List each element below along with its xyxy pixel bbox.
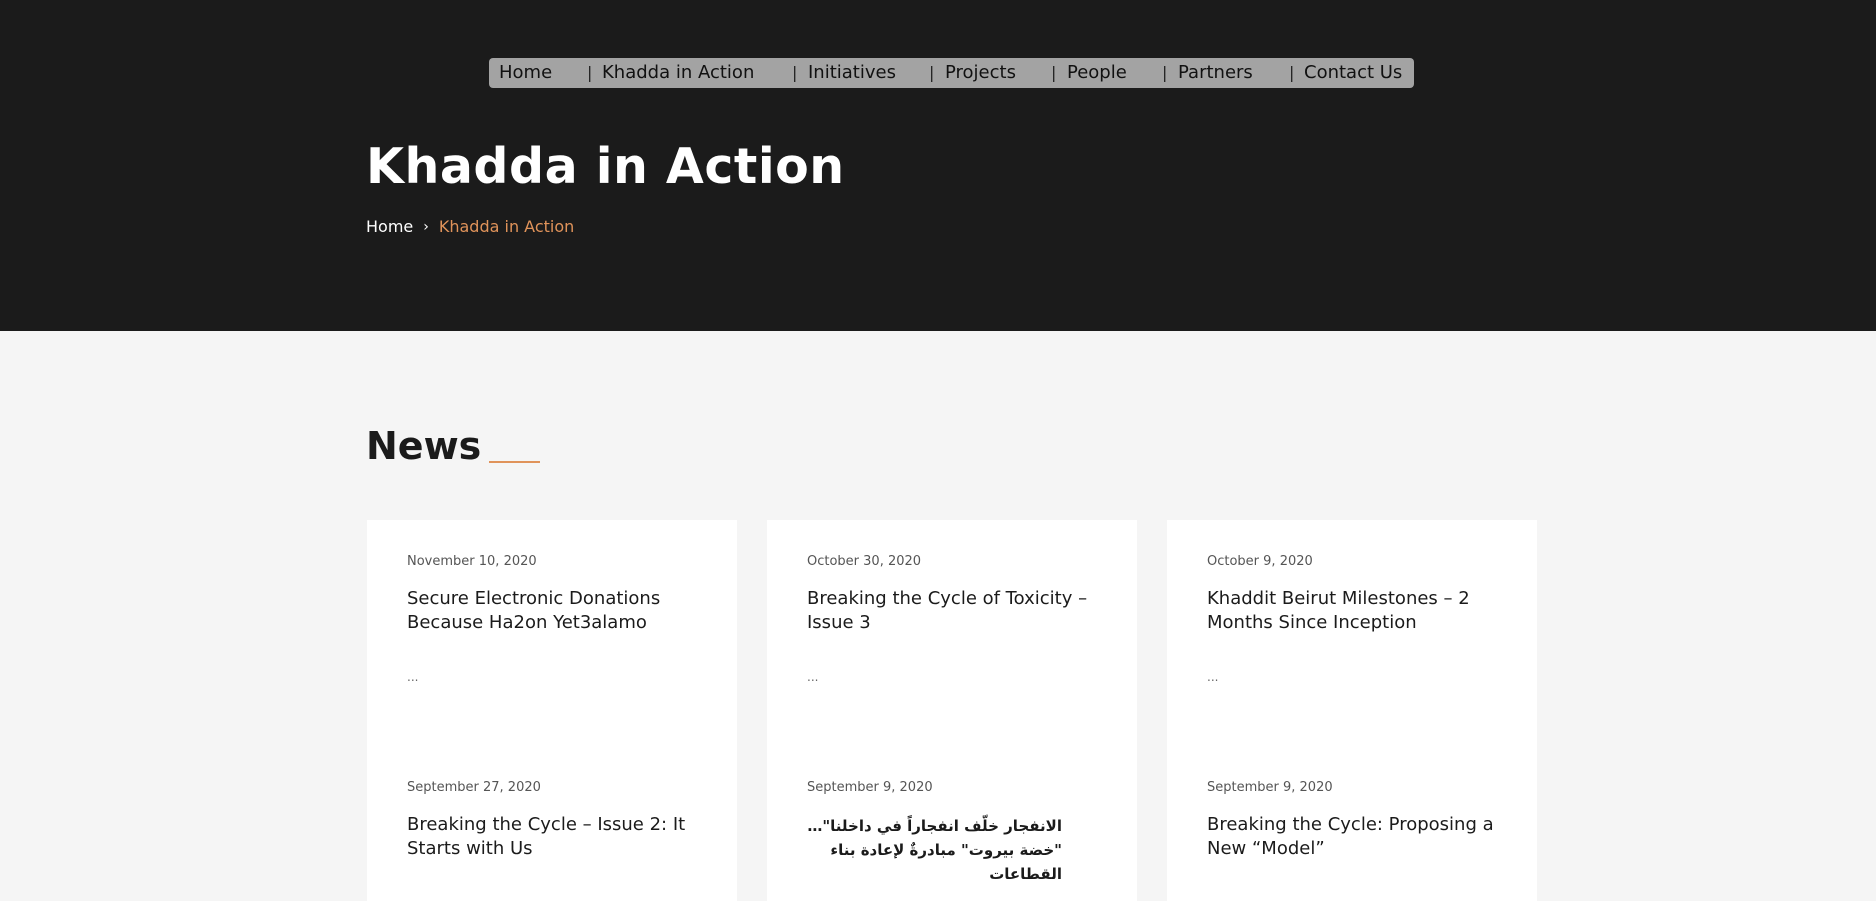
news-heading: News [366,424,482,468]
nav-separator: | [1162,63,1168,82]
page-title: Khadda in Action [366,138,845,195]
post-date: September 27, 2020 [407,780,541,795]
heading-accent-line [489,461,540,463]
news-card: September 27, 2020 Breaking the Cycle – … [367,746,737,901]
breadcrumb: Home › Khadda in Action [366,217,574,236]
post-title-link[interactable]: Khaddit Beirut Milestones – 2 Months Sin… [1207,587,1507,635]
post-date: September 9, 2020 [1207,780,1333,795]
post-excerpt: ... [807,670,819,684]
nav-khadda-in-action[interactable]: Khadda in Action [602,62,754,83]
post-date: November 10, 2020 [407,554,537,569]
nav-home[interactable]: Home [499,62,552,83]
post-title-link[interactable]: Breaking the Cycle: Proposing a New “Mod… [1207,813,1507,861]
nav-initiatives[interactable]: Initiatives [808,62,896,83]
nav-projects[interactable]: Projects [945,62,1016,83]
nav-people[interactable]: People [1067,62,1127,83]
main-nav: Home | Khadda in Action | Initiatives | … [489,58,1414,88]
post-excerpt: ... [407,670,419,684]
post-date: October 9, 2020 [1207,554,1313,569]
breadcrumb-current: Khadda in Action [438,217,575,236]
post-excerpt: ... [1207,670,1219,684]
news-card: October 30, 2020 Breaking the Cycle of T… [767,520,1137,746]
nav-contact-us[interactable]: Contact Us [1304,62,1402,83]
post-date: September 9, 2020 [807,780,933,795]
nav-separator: | [587,63,593,82]
post-date: October 30, 2020 [807,554,922,569]
page-header: Home | Khadda in Action | Initiatives | … [0,0,1876,331]
post-title-link[interactable]: Secure Electronic Donations Because Ha2o… [407,587,707,635]
news-card: November 10, 2020 Secure Electronic Dona… [367,520,737,746]
nav-separator: | [929,63,935,82]
nav-separator: | [792,63,798,82]
news-card: September 9, 2020 الانفجار خلّف انفجاراً… [767,746,1137,901]
news-card: September 9, 2020 Breaking the Cycle: Pr… [1167,746,1537,901]
breadcrumb-home-link[interactable]: Home [366,217,413,236]
nav-separator: | [1289,63,1295,82]
nav-separator: | [1051,63,1057,82]
post-title-link[interactable]: Breaking the Cycle of Toxicity – Issue 3 [807,587,1107,635]
news-card: October 9, 2020 Khaddit Beirut Milestone… [1167,520,1537,746]
post-title-link[interactable]: الانفجار خلّف انفجاراً في داخلنا"… "خضة … [807,814,1062,886]
post-title-link[interactable]: Breaking the Cycle – Issue 2: It Starts … [407,813,707,861]
nav-partners[interactable]: Partners [1178,62,1253,83]
chevron-right-icon: › [423,218,429,235]
